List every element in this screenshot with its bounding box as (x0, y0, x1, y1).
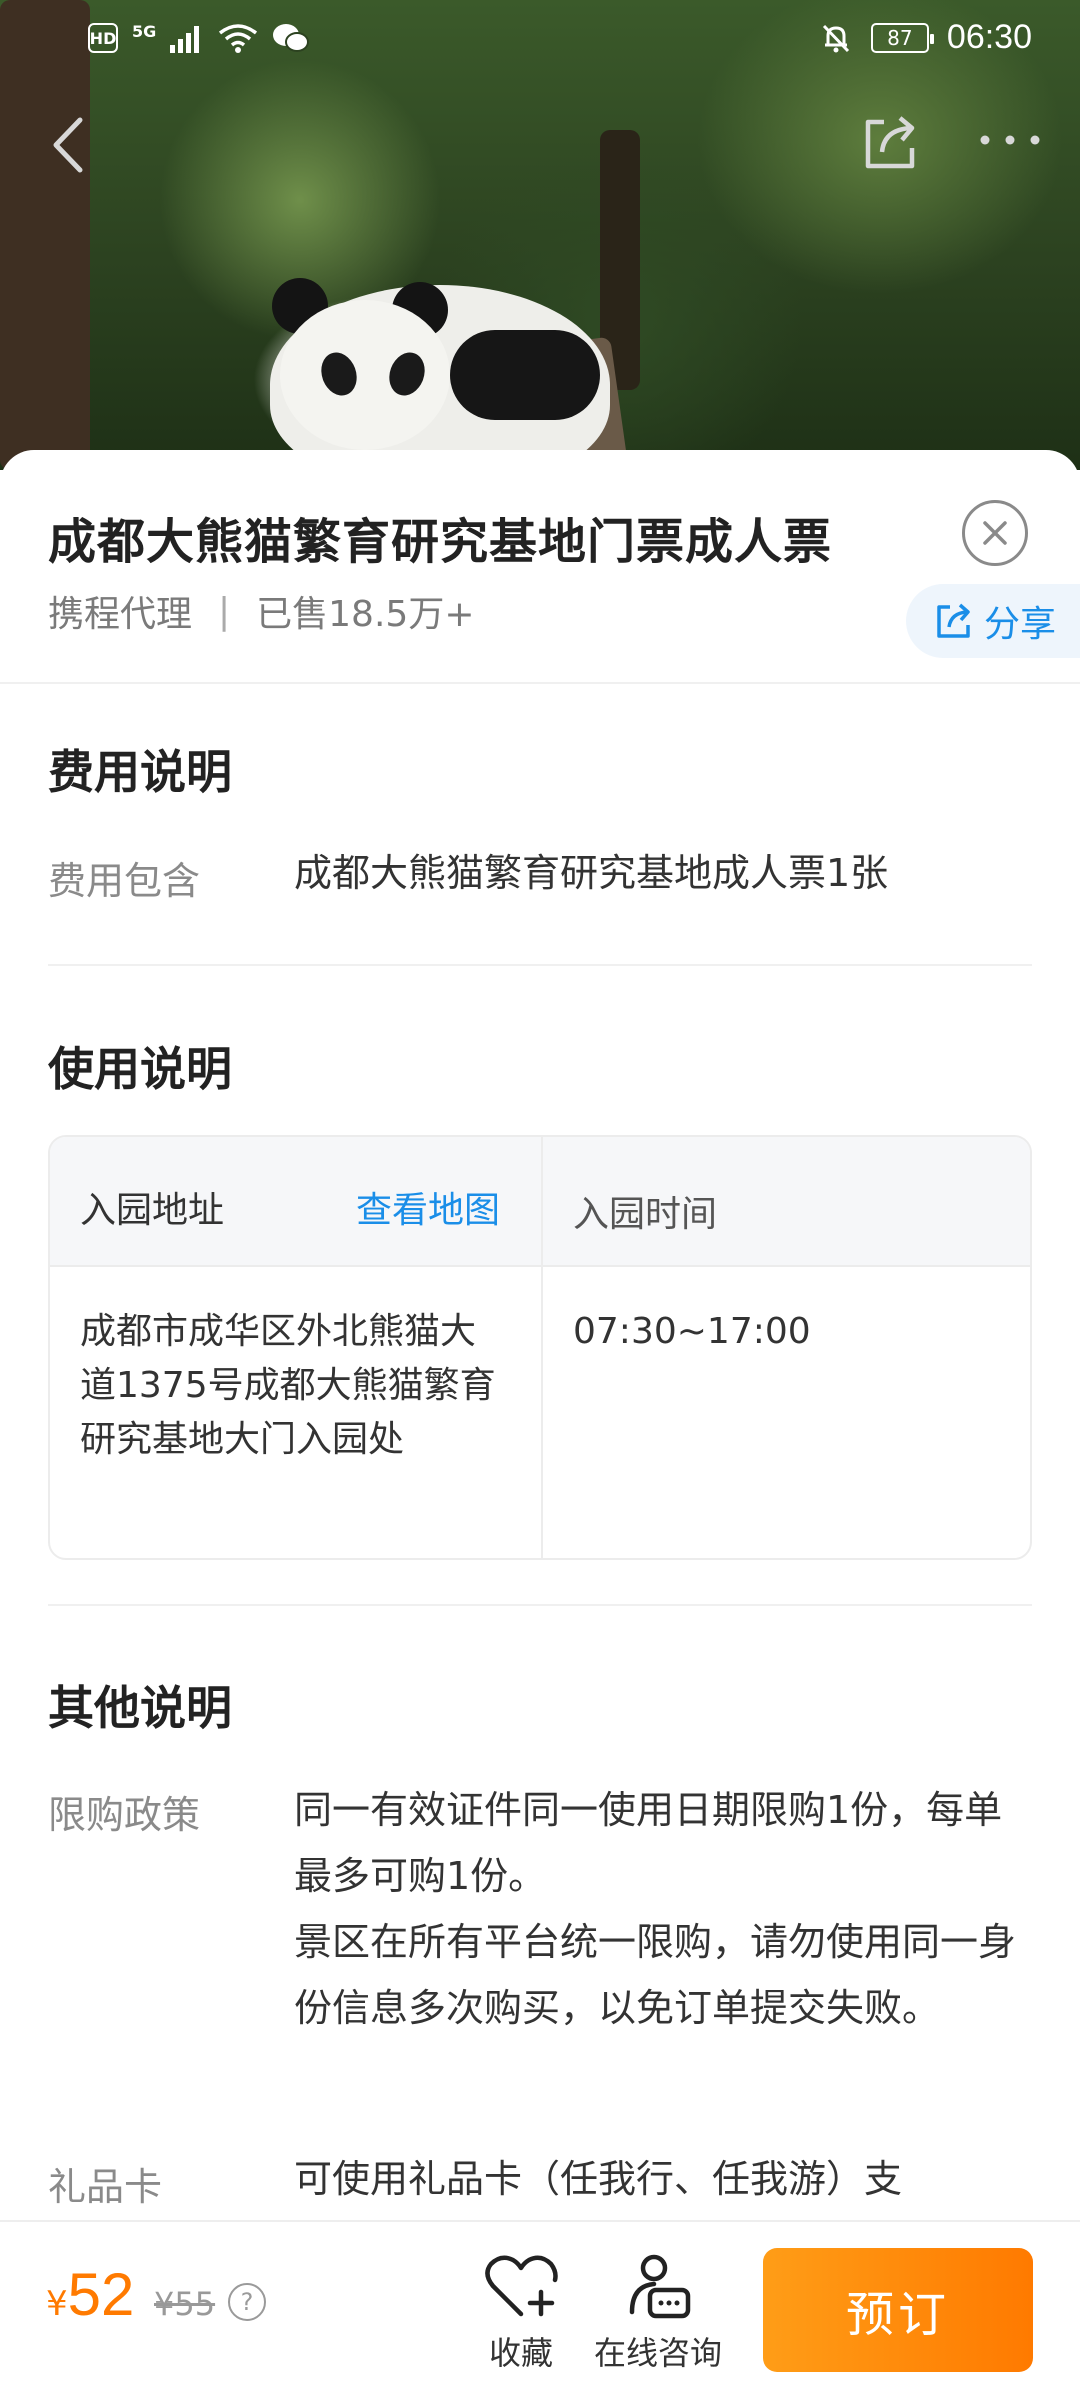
wechat-icon (273, 24, 310, 52)
purchase-limit-value: 同一有效证件同一使用日期限购1份，每单最多可购1份。 景区在所有平台统一限购，请… (294, 1777, 1038, 2041)
divider (0, 682, 1080, 684)
sold-count: 已售18.5万+ (256, 594, 475, 635)
address-value: 成都市成华区外北熊猫大道1375号成都大熊猫繁育研究基地大门入园处 (80, 1311, 496, 1460)
divider (48, 1604, 1032, 1606)
purchase-limit-line: 景区在所有平台统一限购，请勿使用同一身份信息多次购买，以免订单提交失败。 (294, 1920, 1017, 2030)
giftcard-label: 礼品卡 (48, 2165, 163, 2209)
share-label: 分享 (984, 604, 1057, 645)
status-bar: HD 5G 87 06:30 (0, 0, 1080, 80)
customer-service-icon (629, 2254, 691, 2319)
favorite-label: 收藏 (488, 2334, 553, 2372)
current-price: ¥ 52 (46, 2260, 134, 2329)
purchase-limit-label: 限购政策 (48, 1793, 201, 1837)
hours-header: 入园时间 (573, 1194, 718, 1235)
currency-symbol: ¥ (46, 2284, 68, 2324)
panda-arm (450, 330, 600, 420)
book-button[interactable]: 预订 (763, 2248, 1033, 2372)
wifi-icon (219, 24, 258, 53)
share-icon (937, 603, 970, 638)
product-meta: 携程代理 | 已售18.5万+ (48, 585, 474, 637)
section-title-other: 其他说明 (48, 1681, 232, 1735)
fee-include-label: 费用包含 (48, 859, 201, 903)
price-help-icon[interactable]: ? (228, 2283, 266, 2321)
network-type: 5G (132, 21, 157, 41)
share-icon[interactable] (858, 110, 922, 174)
view-map-link[interactable]: 查看地图 (356, 1181, 500, 1233)
clock: 06:30 (946, 18, 1032, 56)
heart-plus-icon (485, 2255, 558, 2317)
battery-indicator: 87 (870, 22, 934, 53)
close-button[interactable] (962, 500, 1028, 566)
table-divider (541, 1137, 543, 1558)
meta-separator: | (218, 590, 231, 632)
section-title-usage: 使用说明 (48, 1042, 232, 1096)
mute-bell-icon (822, 24, 849, 52)
hours-value: 07:30~17:00 (573, 1311, 811, 1352)
back-icon[interactable] (40, 110, 100, 180)
favorite-button[interactable]: 收藏 (483, 2252, 559, 2374)
agent-label: 携程代理 (48, 594, 193, 635)
signal-icon (170, 26, 200, 53)
consult-label: 在线咨询 (594, 2334, 723, 2372)
fee-include-value: 成都大熊猫繁育研究基地成人票1张 (294, 851, 889, 895)
product-title: 成都大熊猫繁育研究基地门票成人票 (48, 514, 833, 570)
more-icon[interactable] (975, 120, 1045, 160)
price-value: 52 (67, 2261, 135, 2328)
section-title-fees: 费用说明 (48, 745, 232, 799)
close-icon (983, 521, 1007, 545)
hd-badge: HD (88, 23, 118, 53)
giftcard-value: 可使用礼品卡（任我行、任我游）支 (294, 2157, 903, 2201)
share-button[interactable]: 分享 (906, 584, 1080, 658)
consult-button[interactable]: 在线咨询 (594, 2252, 722, 2374)
original-price: ¥55 (154, 2285, 216, 2323)
address-header: 入园地址 (80, 1190, 225, 1231)
purchase-limit-line: 同一有效证件同一使用日期限购1份，每单最多可购1份。 (294, 1788, 1003, 1898)
divider (48, 964, 1032, 966)
panda-head (280, 300, 450, 450)
usage-table: 入园地址 查看地图 入园时间 成都市成华区外北熊猫大道1375号成都大熊猫繁育研… (48, 1135, 1032, 1560)
